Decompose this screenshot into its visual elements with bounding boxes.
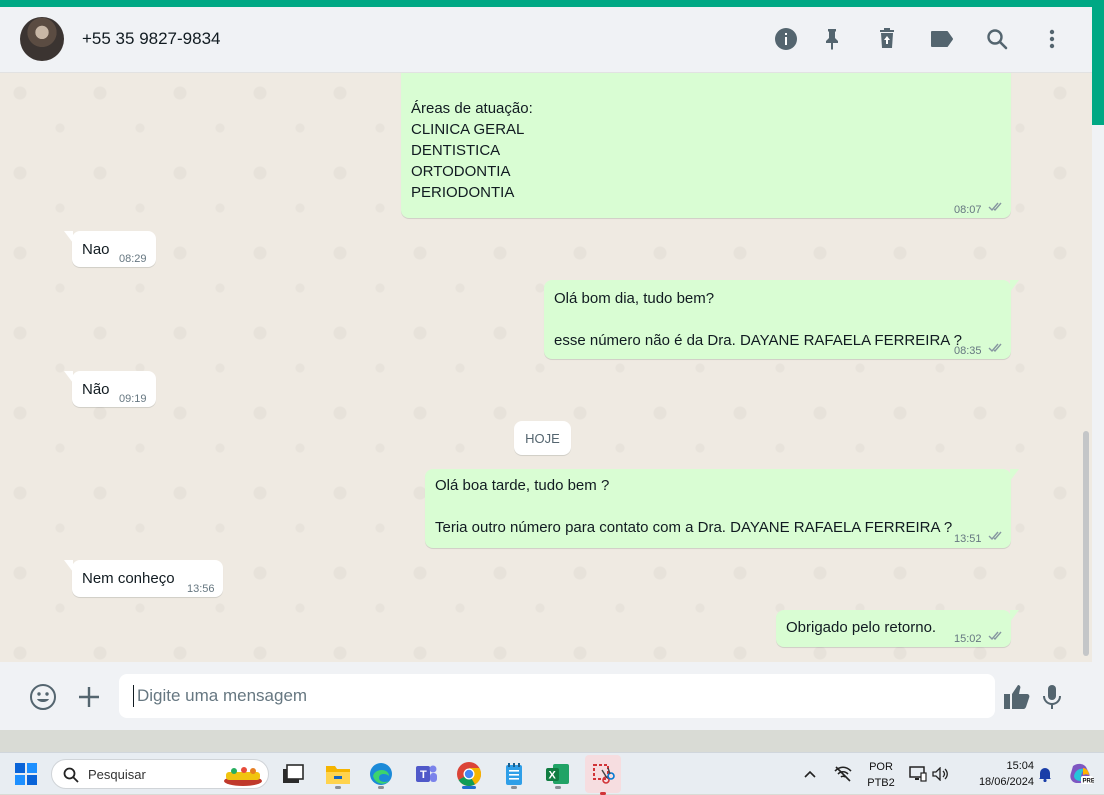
notepad-icon[interactable] [501,761,527,789]
taskbar-search[interactable]: Pesquisar [51,759,269,789]
message-time: 08:29 [119,253,147,265]
contact-name[interactable]: +55 35 9827-9834 [82,29,221,49]
attach-plus-icon[interactable] [74,682,104,712]
message-text: DENTISTICA [411,142,501,159]
label-icon[interactable] [928,25,956,53]
search-icon[interactable] [983,25,1011,53]
message-bubble-out[interactable]: Obrigado pelo retorno. 15:02 [776,610,1019,647]
svg-text:PRE: PRE [1083,779,1095,785]
read-ticks-icon [988,531,1002,541]
message-text: Teria outro número para contato com a Dr… [435,519,953,536]
volume-icon[interactable] [931,761,951,787]
message-bubble-in[interactable]: Nem conheço 13:56 [64,560,223,597]
svg-text:T: T [420,769,427,781]
contact-avatar[interactable] [20,17,64,61]
message-bubble-in[interactable]: Não 09:19 [64,371,156,407]
window-edge [1092,7,1104,730]
whatsapp-window: +55 35 9827-9834 Áreas de atuação: CLINI… [0,7,1092,730]
message-text: CLINICA GERAL [411,121,525,138]
message-text: Olá bom dia, tudo bem? [554,290,715,307]
message-time: 08:35 [954,345,982,357]
snipping-tool-icon[interactable] [585,755,621,795]
message-text: Olá boa tarde, tudo bem ? [435,477,610,494]
message-time: 08:07 [954,204,982,216]
network-off-icon[interactable] [831,761,855,787]
message-composer [0,662,1092,730]
pin-icon[interactable] [818,25,846,53]
message-bubble-out[interactable]: Olá bom dia, tudo bem? esse número não é… [544,280,1019,359]
info-icon[interactable] [772,25,800,53]
message-text: Áreas de atuação: [411,100,533,117]
svg-text:X: X [549,770,557,782]
message-text: ORTODONTIA [411,163,511,180]
search-highlight-icon [224,767,262,786]
message-time: 09:19 [119,393,147,405]
excel-icon[interactable]: X [545,761,571,789]
top-accent-bar [0,0,1104,7]
clock-date[interactable]: 18/06/2024 [964,776,1034,788]
thumbs-up-icon[interactable] [1002,682,1032,712]
keyboard-layout[interactable]: PTB2 [866,777,896,789]
message-bubble-out[interactable]: Olá boa tarde, tudo bem ? Teria outro nú… [425,469,1019,548]
day-separator: HOJE [514,421,571,455]
edge-icon[interactable] [368,761,394,789]
microphone-icon[interactable] [1037,682,1067,712]
message-text: Nem conheço [82,570,175,587]
windows-start-icon[interactable] [13,761,39,787]
message-time: 13:51 [954,533,982,545]
display-icon[interactable] [908,761,928,787]
read-ticks-icon [988,343,1002,353]
task-view-icon[interactable] [280,761,306,787]
message-bubble-out[interactable]: Áreas de atuação: CLINICA GERAL DENTISTI… [401,73,1011,218]
message-time: 15:02 [954,633,982,645]
emoji-icon[interactable] [28,682,58,712]
chrome-icon[interactable] [456,761,482,789]
delete-icon[interactable] [873,25,901,53]
message-text: Não [82,381,110,398]
text-caret [133,685,134,707]
message-text: Nao [82,241,110,258]
file-explorer-icon[interactable] [325,761,351,789]
chat-scrollbar-thumb[interactable] [1083,431,1089,656]
copilot-icon[interactable]: PRE [1068,761,1094,787]
read-ticks-icon [988,202,1002,212]
read-ticks-icon [988,631,1002,641]
chevron-up-icon[interactable] [800,761,820,787]
search-label: Pesquisar [88,767,146,782]
chat-header: +55 35 9827-9834 [0,7,1092,73]
menu-icon[interactable] [1038,25,1066,53]
message-input[interactable] [119,674,995,718]
message-bubble-in[interactable]: Nao 08:29 [64,231,156,267]
message-list[interactable]: Áreas de atuação: CLINICA GERAL DENTISTI… [0,73,1092,662]
message-text: esse número não é da Dra. DAYANE RAFAELA… [554,332,962,349]
language-code[interactable]: POR [868,761,894,773]
clock-time[interactable]: 15:04 [998,760,1034,772]
notification-bell-icon[interactable] [1035,761,1055,787]
message-text: PERIODONTIA [411,184,515,201]
teams-icon[interactable]: T [413,761,439,787]
search-icon [63,767,79,783]
message-time: 13:56 [187,583,215,595]
windows-taskbar: Pesquisar T X POR PTB2 15:04 18/06/2024 … [0,752,1104,795]
message-text: Obrigado pelo retorno. [786,619,937,636]
